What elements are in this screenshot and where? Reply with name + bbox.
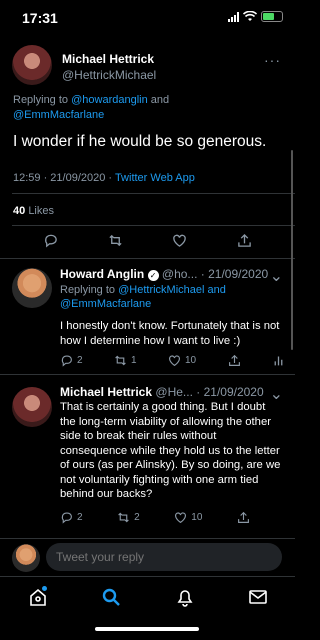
share-icon[interactable] xyxy=(237,511,250,524)
replying-to: Replying to @howardanglin and @EmmMacfar… xyxy=(13,93,283,123)
tweet-date: · 21/09/2020 xyxy=(196,385,264,399)
reply-count: 2 xyxy=(77,512,83,523)
replying-prefix: Replying to xyxy=(60,284,116,296)
divider xyxy=(0,374,295,375)
tweet-date: · 21/09/2020 xyxy=(200,267,269,281)
share-icon[interactable] xyxy=(237,233,252,248)
mention-link[interactable]: @howardanglin xyxy=(71,94,148,106)
retweet-icon[interactable]: 1 xyxy=(114,354,137,367)
avatar[interactable] xyxy=(12,544,40,572)
reply-input[interactable] xyxy=(46,543,282,571)
retweet-count: 2 xyxy=(134,512,140,523)
tweet-time: 12:59 · 21/09/2020 · xyxy=(13,172,113,184)
tweet-text: I honestly don't know. Fortunately that … xyxy=(60,320,280,347)
tweet-text: That is certainly a good thing. But I do… xyxy=(60,401,281,500)
like-icon[interactable]: 10 xyxy=(168,354,196,367)
tab-bar xyxy=(0,576,295,640)
likes-count[interactable]: 40 Likes xyxy=(13,205,54,217)
search-icon[interactable] xyxy=(101,587,121,607)
divider xyxy=(12,225,295,226)
home-icon[interactable] xyxy=(28,586,48,607)
scrollbar[interactable] xyxy=(291,150,293,350)
verified-icon: ✓ xyxy=(147,270,159,281)
tweet-source[interactable]: Twitter Web App xyxy=(115,172,195,184)
tweet-text: I wonder if he would be so generous. xyxy=(13,133,267,150)
divider xyxy=(0,258,295,259)
tweet-actions: 2 1 10 xyxy=(60,354,285,367)
home-indicator[interactable] xyxy=(95,627,199,631)
reply-header: Howard Anglin ✓ @ho... · 21/09/2020 xyxy=(60,267,268,281)
reply-count: 2 xyxy=(77,355,83,366)
reply-bar xyxy=(0,538,295,574)
status-bar: 17:31 xyxy=(0,0,295,34)
avatar[interactable] xyxy=(12,387,52,427)
replying-joiner: and xyxy=(150,94,170,106)
retweet-icon[interactable]: 2 xyxy=(117,511,140,524)
like-count-value: 40 xyxy=(13,205,26,217)
replying-prefix: Replying to xyxy=(13,94,69,106)
signal-icon xyxy=(228,11,239,22)
like-count: 10 xyxy=(191,512,203,523)
status-time: 17:31 xyxy=(22,10,58,26)
reply-icon[interactable]: 2 xyxy=(60,354,83,367)
replying-joiner: and xyxy=(207,284,226,296)
tweet-actions xyxy=(0,233,295,248)
author-name[interactable]: Michael Hettrick xyxy=(60,385,152,399)
author-handle[interactable]: @He... xyxy=(155,385,193,399)
mention-link[interactable]: @HettrickMichael xyxy=(118,284,204,296)
author-name[interactable]: Howard Anglin xyxy=(60,267,144,281)
author-name[interactable]: Michael Hettrick xyxy=(62,52,154,66)
reply-icon[interactable]: 2 xyxy=(60,511,83,524)
mention-link[interactable]: @EmmMacfarlane xyxy=(60,298,151,310)
avatar[interactable] xyxy=(12,45,52,85)
retweet-count: 1 xyxy=(131,355,137,366)
analytics-icon[interactable] xyxy=(272,354,285,367)
wifi-icon xyxy=(243,11,257,21)
reply-header: Michael Hettrick @He... · 21/09/2020 xyxy=(60,385,264,399)
reply-icon[interactable] xyxy=(43,233,58,248)
author-handle[interactable]: @HettrickMichael xyxy=(62,68,156,82)
like-icon[interactable]: 10 xyxy=(174,511,202,524)
tweet-actions: 2 2 10 xyxy=(60,511,250,524)
like-count: 10 xyxy=(185,355,197,366)
avatar[interactable] xyxy=(12,268,52,308)
author-handle[interactable]: @ho... xyxy=(162,267,198,281)
notification-dot xyxy=(42,586,47,591)
likes-label: Likes xyxy=(28,205,54,217)
divider xyxy=(12,193,295,194)
battery-icon xyxy=(261,11,283,22)
replying-to: Replying to @HettrickMichael and @EmmMac… xyxy=(60,283,285,311)
notifications-icon[interactable] xyxy=(175,587,195,607)
retweet-icon[interactable] xyxy=(108,233,123,248)
more-options-icon[interactable]: ··· xyxy=(264,52,281,68)
share-icon[interactable] xyxy=(228,354,241,367)
mention-link[interactable]: @EmmMacfarlane xyxy=(13,109,104,121)
like-icon[interactable] xyxy=(172,233,187,248)
tweet-meta: 12:59 · 21/09/2020 · Twitter Web App xyxy=(13,172,195,184)
status-icons xyxy=(228,11,283,22)
messages-icon[interactable] xyxy=(248,587,268,607)
